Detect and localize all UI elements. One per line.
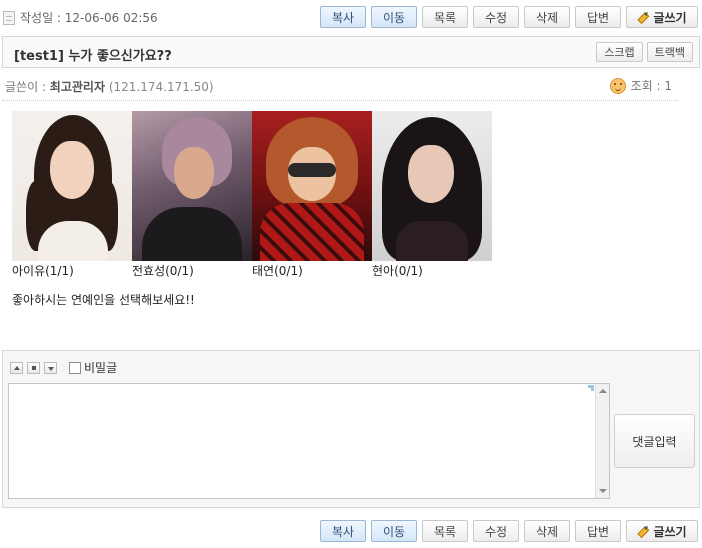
delete-button[interactable]: 삭제	[524, 6, 570, 28]
edit-button[interactable]: 수정	[473, 520, 519, 542]
action-buttons-bottom: 복사 이동 목록 수정 삭제 답변 글쓰기	[320, 520, 698, 542]
comment-tools: 비밀글	[10, 359, 117, 376]
title-actions: 스크랩 트랙백	[596, 42, 693, 62]
copy-button[interactable]: 복사	[320, 6, 366, 28]
meta-divider	[2, 100, 678, 101]
photo-gallery: 아이유(1/1) 전효성(0/1) 태연(0/1) 현아(0/1)	[12, 111, 492, 278]
edit-button[interactable]: 수정	[473, 6, 519, 28]
document-icon	[3, 10, 15, 25]
comment-form: 비밀글 댓글입력	[2, 350, 700, 508]
post-date: 작성일 : 12-06-06 02:56	[3, 9, 158, 26]
scrap-button[interactable]: 스크랩	[596, 42, 643, 62]
face-shape	[408, 145, 454, 203]
shrink-textarea-button[interactable]	[10, 361, 23, 374]
post-title-bar: [test1] 누가 좋으신가요?? 스크랩 트랙백	[2, 36, 700, 68]
post-title: [test1] 누가 좋으신가요??	[14, 49, 172, 64]
face-shape	[50, 141, 94, 199]
delete-button[interactable]: 삭제	[524, 520, 570, 542]
body-shape	[142, 207, 242, 261]
submit-comment-button[interactable]: 댓글입력	[614, 414, 695, 468]
photo-item[interactable]: 전효성(0/1)	[132, 111, 252, 278]
secret-checkbox[interactable]	[69, 361, 81, 374]
scroll-up-icon[interactable]	[599, 389, 607, 393]
author-ip: (121.174.171.50)	[108, 80, 214, 94]
photo-caption: 전효성(0/1)	[132, 264, 194, 278]
smiley-icon	[609, 77, 626, 94]
photo-image[interactable]	[252, 111, 372, 261]
action-buttons-top: 복사 이동 목록 수정 삭제 답변 글쓰기	[320, 6, 698, 28]
list-button[interactable]: 목록	[422, 520, 468, 542]
write-button-label: 글쓰기	[653, 10, 687, 25]
secret-label: 비밀글	[84, 361, 118, 375]
write-button-label: 글쓰기	[653, 524, 687, 539]
scroll-down-icon[interactable]	[599, 489, 607, 493]
view-count: 조회 : 1	[609, 77, 672, 94]
photo-item[interactable]: 현아(0/1)	[372, 111, 492, 278]
textarea-scrollbar[interactable]	[595, 384, 609, 498]
pencil-icon	[635, 523, 652, 540]
reset-textarea-button[interactable]	[27, 361, 40, 374]
post-content: 좋아하시는 연예인을 선택해보세요!!	[12, 293, 195, 307]
photo-caption: 아이유(1/1)	[12, 264, 74, 278]
write-button[interactable]: 글쓰기	[626, 6, 698, 28]
move-button[interactable]: 이동	[371, 520, 417, 542]
copy-button[interactable]: 복사	[320, 520, 366, 542]
secret-option[interactable]: 비밀글	[69, 359, 117, 376]
post-date-label: 작성일 : 12-06-06 02:56	[20, 11, 158, 25]
photo-item[interactable]: 아이유(1/1)	[12, 111, 132, 278]
body-shape	[260, 203, 364, 261]
photo-caption: 현아(0/1)	[372, 264, 423, 278]
photo-image[interactable]	[132, 111, 252, 261]
list-button[interactable]: 목록	[422, 6, 468, 28]
photo-image[interactable]	[372, 111, 492, 261]
photo-item[interactable]: 태연(0/1)	[252, 111, 372, 278]
trackback-button[interactable]: 트랙백	[646, 42, 693, 62]
photo-image[interactable]	[12, 111, 132, 261]
resize-corner-icon[interactable]	[588, 385, 594, 391]
reply-button[interactable]: 답변	[575, 520, 621, 542]
top-toolbar: 작성일 : 12-06-06 02:56 복사 이동 목록 수정 삭제 답변 글…	[0, 0, 702, 34]
expand-textarea-button[interactable]	[44, 361, 57, 374]
pencil-icon	[635, 9, 652, 26]
view-count-label: 조회 : 1	[630, 79, 672, 93]
author-label: 글쓴이 :	[5, 80, 50, 94]
write-button[interactable]: 글쓰기	[626, 520, 698, 542]
reply-button[interactable]: 답변	[575, 6, 621, 28]
post-meta: 글쓴이 : 최고관리자 (121.174.171.50)	[5, 78, 214, 95]
comment-textarea[interactable]	[8, 383, 610, 499]
photo-caption: 태연(0/1)	[252, 264, 303, 278]
face-shape	[174, 147, 214, 199]
move-button[interactable]: 이동	[371, 6, 417, 28]
body-shape	[396, 221, 468, 261]
author-name[interactable]: 최고관리자	[50, 80, 105, 94]
mask-shape	[288, 163, 336, 177]
